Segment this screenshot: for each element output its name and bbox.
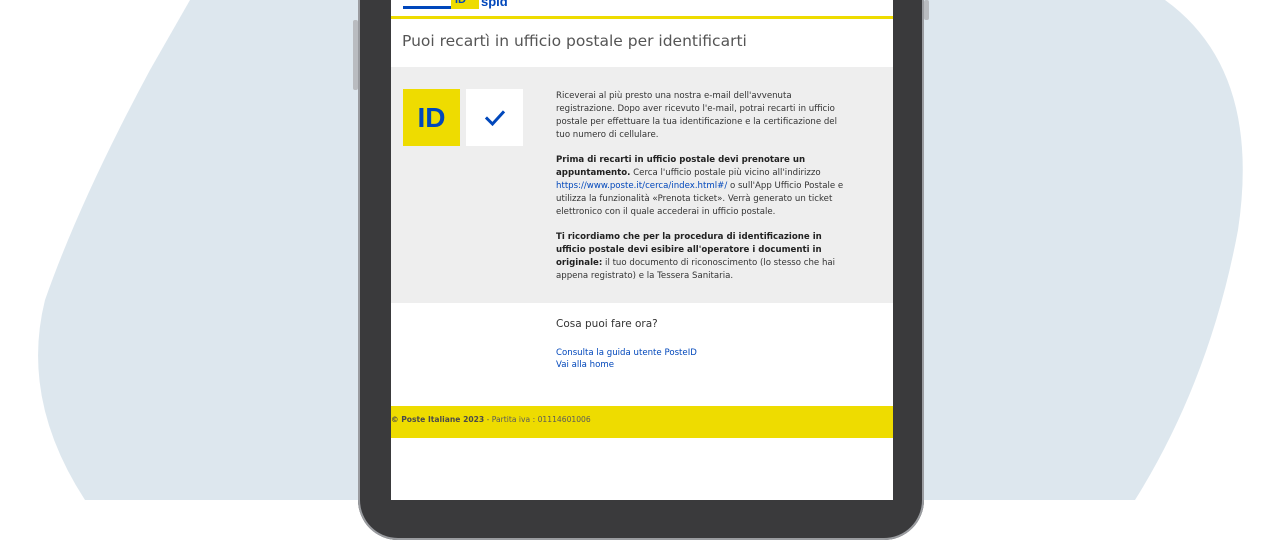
info-paragraph-1: Riceverai al più presto una nostra e-mai…	[556, 90, 852, 142]
posteid-badge: ID	[403, 89, 460, 146]
phone-side-button-right	[924, 0, 929, 20]
spid-logo: spid	[481, 0, 508, 9]
copyright-text: © Poste Italiane 2023	[391, 415, 485, 424]
footer-text: © Poste Italiane 2023 - Partita iva : 01…	[391, 415, 591, 424]
vat-text: - Partita iva : 01114601006	[484, 415, 591, 424]
info-paragraph-3: Ti ricordiamo che per la procedura di id…	[556, 231, 852, 283]
page-title: Puoi recartì in ufficio postale per iden…	[402, 32, 747, 50]
info-paragraph-2-text-a: Cerca l'ufficio postale più vicino all'i…	[630, 167, 821, 178]
info-paragraph-2: Prima di recarti in ufficio postale devi…	[556, 154, 852, 219]
header: ID spid	[391, 0, 893, 16]
header-rule	[391, 16, 893, 19]
home-link[interactable]: Vai alla home	[556, 360, 614, 370]
info-paragraph-1-text: Riceverai al più presto una nostra e-mai…	[556, 91, 837, 140]
footer: © Poste Italiane 2023 - Partita iva : 01…	[391, 406, 893, 438]
logo-id-text: ID	[455, 0, 466, 6]
next-steps-title: Cosa puoi fare ora?	[556, 318, 658, 330]
check-badge	[466, 89, 523, 146]
checkmark-icon	[484, 109, 505, 126]
phone-screen: ID spid Puoi recartì in ufficio postale …	[391, 0, 893, 500]
logo-blue-line	[403, 6, 451, 9]
poste-search-link[interactable]: https://www.poste.it/cerca/index.html#/	[556, 181, 727, 191]
user-guide-link[interactable]: Consulta la guida utente PosteID	[556, 348, 697, 358]
